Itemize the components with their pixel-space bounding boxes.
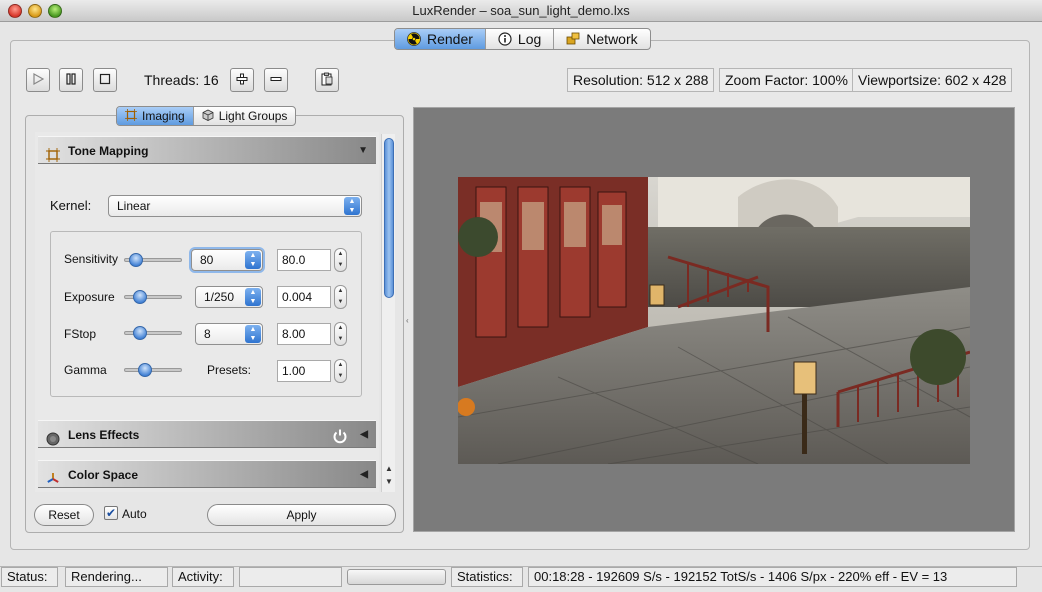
exposure-field[interactable]: 0.004 [277, 286, 331, 308]
sensitivity-spinner[interactable]: ▲ ▼ [334, 248, 347, 272]
sensitivity-preset-select[interactable]: 80 ▲ ▼ [191, 249, 263, 271]
chevron-left-icon: ◀ [360, 469, 368, 480]
fstop-field[interactable]: 8.00 [277, 323, 331, 345]
status-label: Status: [1, 567, 58, 587]
gamma-slider[interactable] [124, 363, 182, 377]
tab-render[interactable]: Render [395, 29, 486, 49]
kernel-label: Kernel: [50, 198, 92, 213]
resolution-info: Resolution: 512 x 288 [567, 68, 715, 92]
sensitivity-label: Sensitivity [64, 252, 119, 266]
stop-icon [99, 73, 111, 88]
status-value: Rendering... [65, 567, 168, 587]
tab-light-groups-label: Light Groups [218, 109, 288, 123]
window-title: LuxRender – soa_sun_light_demo.lxs [412, 3, 630, 18]
viewport-size-info: Viewportsize: 602 x 428 [852, 68, 1013, 92]
pause-button[interactable] [59, 68, 83, 92]
tab-render-label: Render [427, 31, 473, 47]
lens-effects-header[interactable]: Lens Effects ◀ [38, 420, 376, 448]
pause-icon [65, 72, 77, 88]
tab-network[interactable]: Network [554, 29, 649, 49]
color-space-icon [46, 468, 60, 483]
statistics-value: 00:18:28 - 192609 S/s - 192152 TotS/s - … [528, 567, 1017, 587]
exposure-preset-select[interactable]: 1/250 ▲ ▼ [195, 286, 263, 308]
exposure-preset-value: 1/250 [204, 290, 235, 304]
chevron-updown-icon: ▲ ▼ [245, 325, 261, 343]
scroll-arrows[interactable]: ▲ ▼ [383, 462, 395, 488]
tab-network-label: Network [586, 31, 638, 47]
threads-label: Threads: 16 [144, 72, 219, 88]
fstop-preset-value: 8 [204, 327, 211, 341]
render-image [458, 177, 970, 464]
tone-mapping-title: Tone Mapping [68, 144, 149, 158]
exposure-spinner[interactable]: ▲ ▼ [334, 285, 347, 309]
chevron-updown-icon: ▲ ▼ [245, 288, 261, 306]
auto-checkbox[interactable]: ✔ [104, 506, 118, 520]
zoom-info: Zoom Factor: 100% [719, 68, 854, 92]
activity-progress-bar [347, 569, 446, 585]
gamma-label: Gamma [64, 363, 107, 377]
tab-log[interactable]: Log [486, 29, 555, 49]
color-space-header[interactable]: Color Space ◀ [38, 460, 376, 488]
slider-knob[interactable] [137, 363, 152, 377]
add-thread-button[interactable] [230, 68, 254, 92]
fstop-slider[interactable] [124, 326, 182, 340]
exposure-slider[interactable] [124, 290, 182, 304]
close-window-button[interactable] [8, 4, 22, 18]
plus-icon [236, 73, 248, 88]
sensitivity-field[interactable]: 80.0 [277, 249, 331, 271]
minimize-window-button[interactable] [28, 4, 42, 18]
gamma-presets-label: Presets: [207, 363, 252, 377]
sensitivity-preset-value: 80 [200, 253, 214, 267]
exposure-label: Exposure [64, 290, 115, 304]
lens-icon [46, 428, 60, 446]
network-icon [566, 32, 580, 46]
frame-icon [125, 108, 137, 124]
auto-label: Auto [122, 507, 147, 521]
fstop-preset-select[interactable]: 8 ▲ ▼ [195, 323, 263, 345]
activity-value [239, 567, 342, 587]
lightgroup-icon [202, 109, 214, 124]
sensitivity-slider[interactable] [124, 253, 182, 267]
reset-button[interactable]: Reset [34, 504, 94, 526]
chevron-updown-icon: ▲ ▼ [344, 197, 360, 215]
chevron-updown-icon: ▲ ▼ [245, 251, 261, 269]
zoom-window-button[interactable] [48, 4, 62, 18]
kernel-select[interactable]: Linear ▲ ▼ [108, 195, 362, 217]
kernel-value: Linear [117, 199, 151, 213]
panel-scrollbar[interactable] [381, 134, 395, 492]
splitter-handle[interactable]: ‹ [406, 316, 410, 325]
scrollbar-thumb[interactable] [384, 138, 394, 298]
activity-label: Activity: [172, 567, 234, 587]
tab-imaging[interactable]: Imaging [117, 107, 194, 125]
main-tab-bar: Render Log Network [394, 28, 651, 50]
apply-button[interactable]: Apply [207, 504, 396, 526]
fstop-label: FStop [64, 327, 97, 341]
tone-mapping-header[interactable]: Tone Mapping ▼ [38, 136, 376, 164]
play-icon [32, 72, 45, 88]
gamma-field[interactable]: 1.00 [277, 360, 331, 382]
fstop-spinner[interactable]: ▲ ▼ [334, 322, 347, 346]
tab-imaging-label: Imaging [142, 109, 185, 123]
stop-button[interactable] [93, 68, 117, 92]
remove-thread-button[interactable] [264, 68, 288, 92]
tab-light-groups[interactable]: Light Groups [194, 107, 296, 125]
lens-effects-title: Lens Effects [68, 428, 140, 442]
resume-button[interactable] [26, 68, 50, 92]
radiation-icon [407, 32, 421, 46]
panel-tab-bar: Imaging Light Groups [116, 106, 297, 126]
info-icon [498, 32, 512, 46]
minus-icon [270, 73, 282, 88]
tab-log-label: Log [517, 31, 542, 47]
color-space-title: Color Space [68, 468, 139, 482]
frame-icon [46, 144, 60, 162]
chevron-down-icon: ▼ [358, 145, 368, 156]
gamma-spinner[interactable]: ▲ ▼ [334, 359, 347, 383]
title-bar: LuxRender – soa_sun_light_demo.lxs [0, 0, 1042, 22]
copy-to-clipboard-button[interactable] [315, 68, 339, 92]
statistics-label: Statistics: [451, 567, 523, 587]
power-icon[interactable] [332, 426, 348, 454]
clipboard-icon [320, 72, 334, 89]
chevron-left-icon: ◀ [360, 429, 368, 440]
